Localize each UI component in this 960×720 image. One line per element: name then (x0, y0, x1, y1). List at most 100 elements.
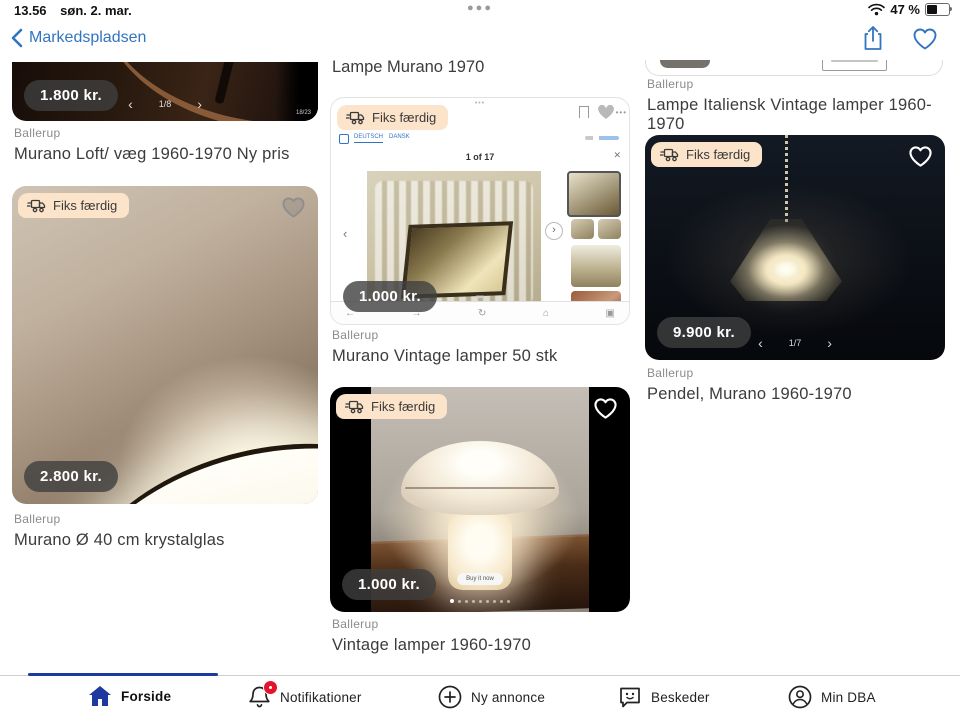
bell-icon (248, 685, 271, 709)
listing-location: Ballerup (14, 126, 318, 140)
price-badge-partial (660, 60, 710, 68)
photo-next-icon[interactable] (827, 338, 832, 348)
delivery-truck-icon (660, 148, 679, 162)
listing-meta[interactable]: Ballerup Lampe Italiensk Vintage lamper … (647, 77, 945, 134)
tab-forside[interactable]: Forside (88, 685, 171, 707)
column-3: Ballerup Lampe Italiensk Vintage lamper … (645, 60, 945, 676)
fiks-faerdig-badge: Fiks færdig (18, 193, 129, 218)
listing-card-vintage-lamper[interactable]: Fiks færdig Buy it now 1.000 kr. (330, 387, 630, 612)
gray-heart-icon (595, 102, 617, 122)
favorite-heart-icon[interactable] (908, 145, 933, 168)
back-label: Markedspladsen (29, 29, 146, 47)
fiks-faerdig-badge: Fiks færdig (651, 142, 762, 167)
listing-card-pendel-murano[interactable]: Fiks færdig 9.900 kr. 1/7 (645, 135, 945, 360)
wifi-icon (868, 3, 885, 16)
price-badge: 2.800 kr. (24, 461, 118, 492)
results-grid: 1.800 kr. 1/8 18/23 Ballerup Murano Loft… (0, 60, 960, 676)
listing-meta[interactable]: Ballerup Murano Vintage lamper 50 stk (332, 328, 630, 366)
listing-location: Ballerup (647, 366, 945, 380)
badge-label: Fiks færdig (372, 110, 436, 125)
favorite-heart-icon[interactable] (281, 196, 306, 219)
listing-card-partial[interactable] (645, 60, 943, 76)
listing-meta[interactable]: Ballerup Vintage lamper 1960-1970 (332, 617, 630, 655)
listing-location: Ballerup (332, 617, 630, 631)
multitask-indicator-icon: ●●● (0, 2, 960, 14)
chevron-left-icon (10, 28, 23, 48)
buy-it-now-pill: Buy it now (457, 573, 503, 585)
listing-location: Ballerup (332, 328, 630, 342)
listing-title-partial[interactable]: Lampe Murano 1970 (332, 58, 484, 77)
fiks-faerdig-badge: Fiks færdig (337, 105, 448, 130)
listing-location: Ballerup (647, 77, 945, 91)
price-badge: 1.000 kr. (343, 281, 437, 312)
fiks-faerdig-badge: Fiks færdig (336, 394, 447, 419)
tab-ny-annonce[interactable]: Ny annonce (438, 685, 545, 709)
price-badge: 1.000 kr. (342, 569, 436, 600)
translate-icon (339, 134, 349, 144)
status-bar: 13.56 søn. 2. mar. ●●● 47 % (0, 0, 960, 20)
column-2: Lampe Murano 1970 ••• ••• DEUTSCH DANSK … (330, 60, 630, 676)
share-button[interactable] (862, 25, 884, 52)
battery-icon (925, 3, 950, 16)
embed-tab-deutsch: DEUTSCH (354, 134, 383, 143)
photo-prev-icon[interactable] (758, 338, 763, 348)
listing-meta[interactable]: Ballerup Murano Loft/ væg 1960-1970 Ny p… (14, 126, 318, 164)
notification-badge (263, 680, 278, 695)
embed-thumbnail (571, 219, 594, 239)
badge-label: Fiks færdig (53, 198, 117, 213)
photo-dots-indicator (330, 600, 630, 604)
tab-label: Ny annonce (471, 690, 545, 705)
reload-icon: ↻ (478, 308, 486, 319)
photo-counter: 1/7 (789, 338, 802, 348)
back-button[interactable]: Markedspladsen (10, 28, 146, 48)
photo-next-icon[interactable] (197, 99, 202, 109)
tab-notifikationer[interactable]: Notifikationer (248, 685, 362, 709)
embed-prev-icon (343, 226, 347, 241)
listing-title: Murano Ø 40 cm krystalglas (14, 531, 318, 550)
active-tab-indicator (28, 673, 218, 676)
embed-thumbnail (598, 219, 621, 239)
badge-label: Fiks færdig (371, 399, 435, 414)
listing-card-murano-krystalglas[interactable]: Fiks færdig 2.800 kr. (12, 186, 318, 504)
tab-beskeder[interactable]: Beskeder (618, 685, 710, 709)
listing-meta[interactable]: Ballerup Pendel, Murano 1960-1970 (647, 366, 945, 404)
favorites-heart-button[interactable] (912, 27, 938, 51)
bookmark-icon (579, 106, 589, 118)
embed-next-icon (545, 222, 563, 240)
close-icon (613, 150, 621, 161)
marketplace-screen: 13.56 søn. 2. mar. ●●● 47 % Markedsplads… (0, 0, 960, 720)
delivery-truck-icon (346, 111, 365, 125)
listing-location: Ballerup (14, 512, 318, 526)
outlined-button-partial (822, 60, 887, 71)
tab-min-dba[interactable]: Min DBA (788, 685, 876, 709)
column-1: 1.800 kr. 1/8 18/23 Ballerup Murano Loft… (12, 60, 318, 676)
battery-percent: 47 % (890, 2, 920, 17)
photo-prev-icon[interactable] (128, 99, 133, 109)
home-icon: ⌂ (543, 308, 549, 319)
listing-title: Vintage lamper 1960-1970 (332, 636, 630, 655)
listing-meta[interactable]: Ballerup Murano Ø 40 cm krystalglas (14, 512, 318, 550)
photo-counter: 1/8 (159, 99, 172, 109)
home-icon (88, 685, 112, 707)
bulb-glow (772, 259, 800, 279)
listing-card-murano-50stk[interactable]: ••• ••• DEUTSCH DANSK 1 of 17 (330, 97, 630, 325)
embed-tab-dansk: DANSK (389, 134, 410, 140)
listing-card-murano-loft[interactable]: 1.800 kr. 1/8 18/23 (12, 62, 318, 121)
embed-thumbnail (567, 171, 621, 217)
lamp-chain (785, 135, 788, 223)
favorite-heart-icon[interactable] (593, 397, 618, 420)
tabs-icon: ▣ (606, 308, 615, 319)
tab-label: Forside (121, 689, 171, 704)
embed-header-marks (585, 136, 619, 140)
tab-label: Notifikationer (280, 690, 362, 705)
listing-title: Murano Vintage lamper 50 stk (332, 347, 630, 366)
plus-circle-icon (438, 685, 462, 709)
listing-title: Murano Loft/ væg 1960-1970 Ny pris (14, 145, 318, 164)
embed-photo-counter: 1 of 17 (331, 152, 629, 162)
nav-bar: Markedspladsen (0, 20, 960, 61)
delivery-truck-icon (27, 199, 46, 213)
photo-index-counter: 18/23 (296, 110, 311, 116)
bottom-tab-bar: Forside Notifikationer Ny annonce Besked… (0, 675, 960, 720)
profile-icon (788, 685, 812, 709)
badge-label: Fiks færdig (686, 147, 750, 162)
